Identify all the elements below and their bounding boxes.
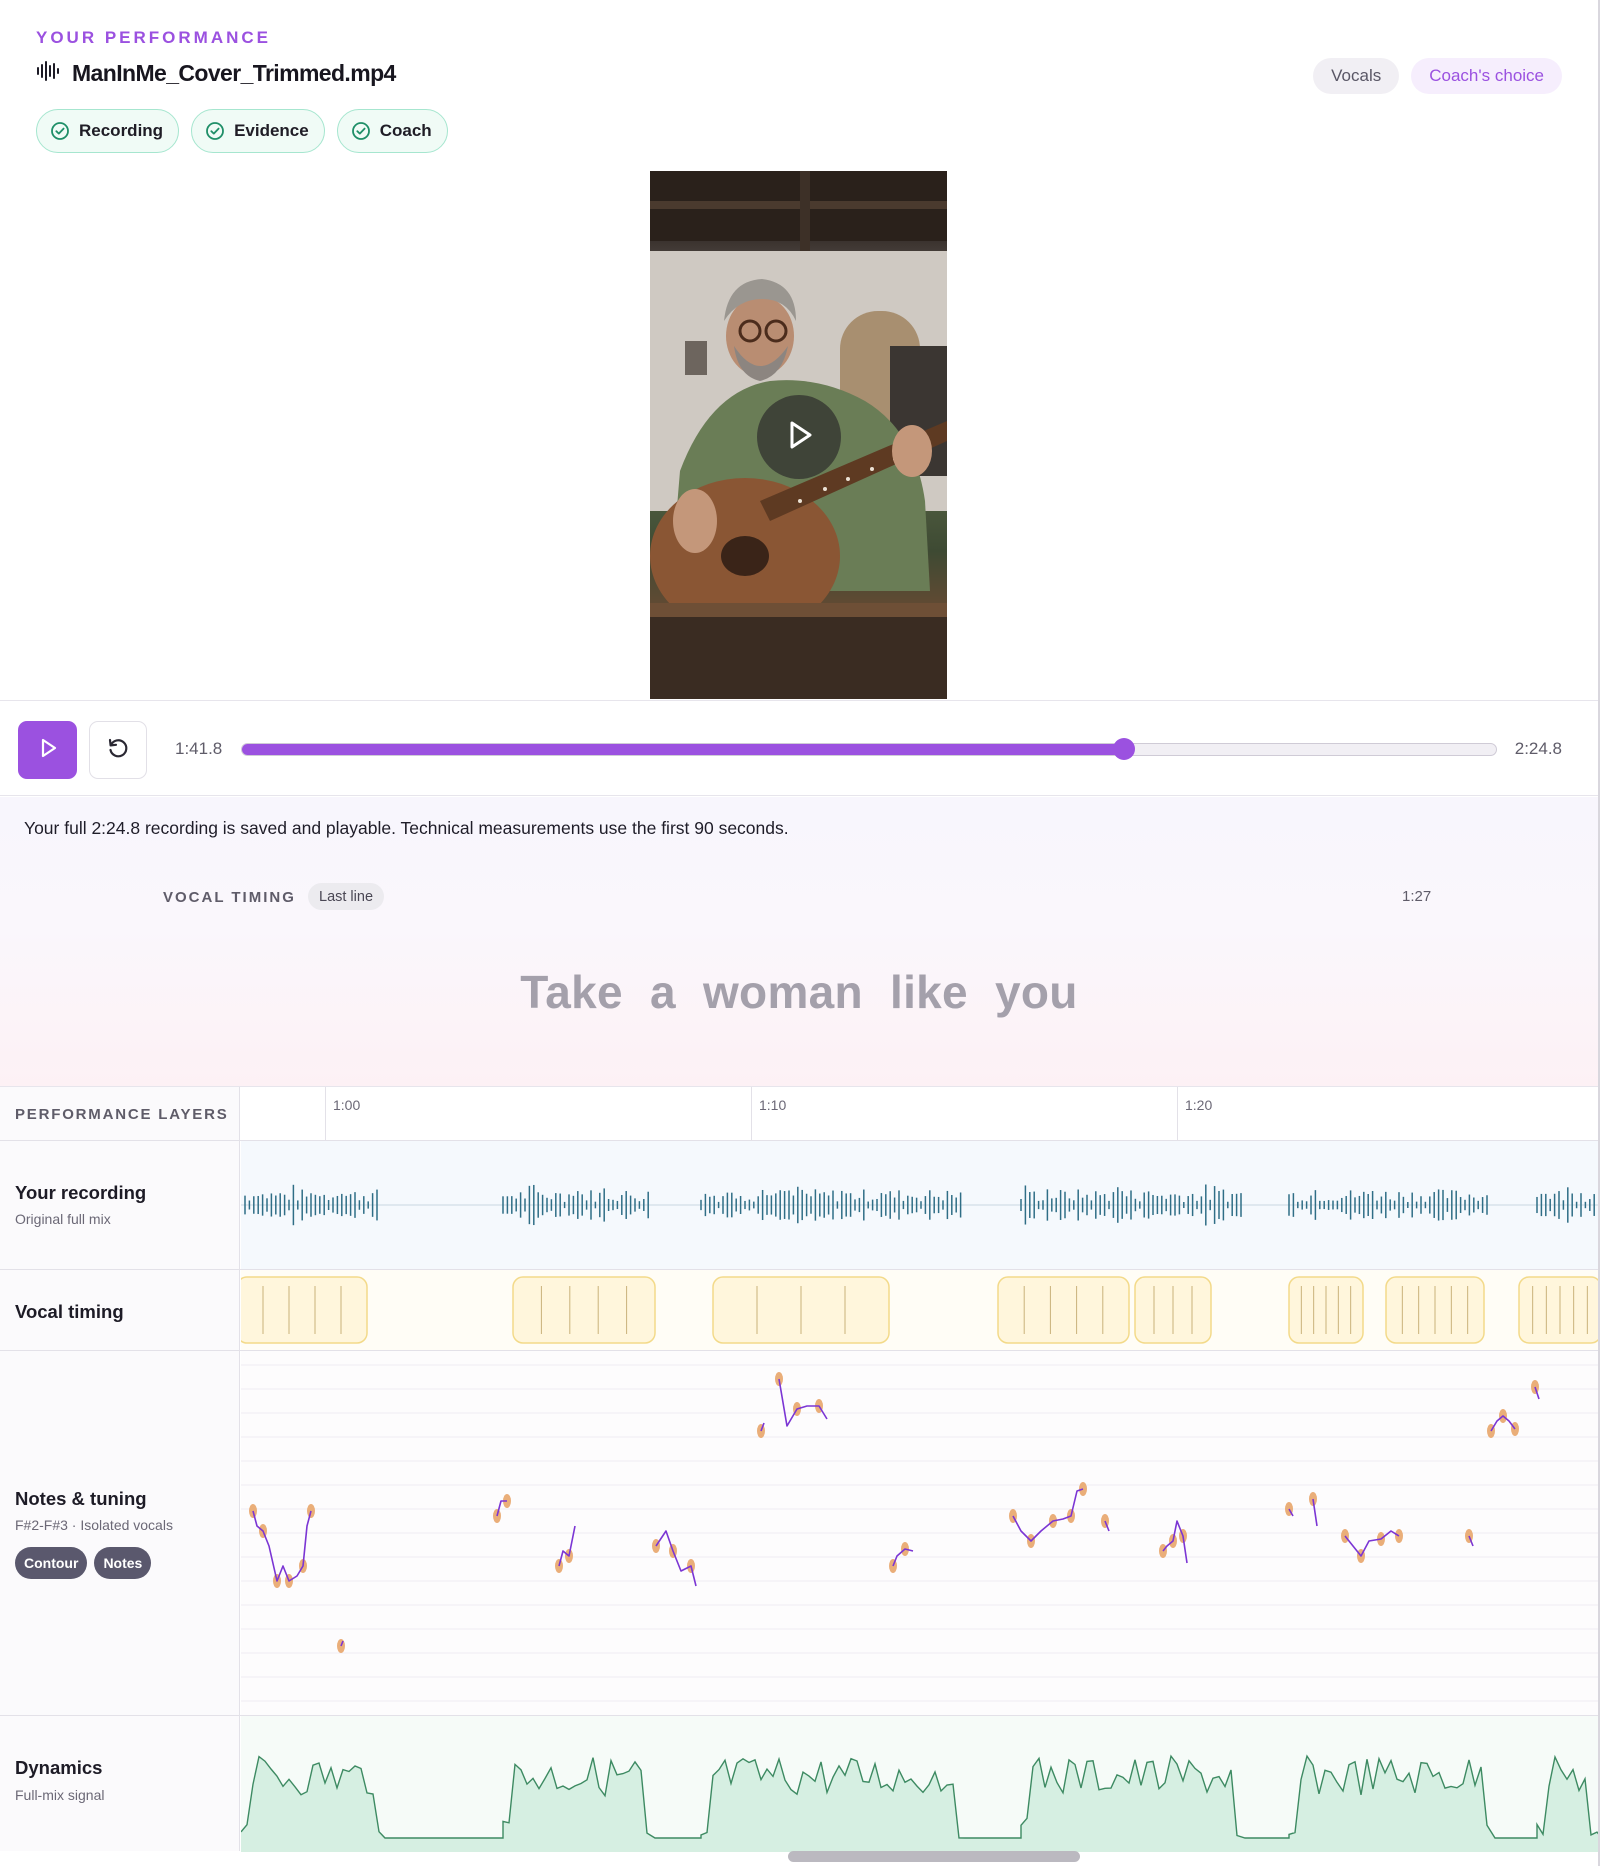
seek-thumb[interactable]: [1112, 738, 1135, 760]
video-play-overlay[interactable]: [757, 395, 841, 479]
vocal-timing-panel: Your full 2:24.8 recording is saved and …: [0, 797, 1598, 1086]
horizontal-scrollbar[interactable]: [788, 1851, 1080, 1862]
play-icon: [36, 736, 60, 765]
status-chip-label: Coach: [379, 121, 432, 140]
ruler-tick: [1177, 1087, 1178, 1140]
vocal-timing-timestamp: 1:27: [1402, 888, 1432, 905]
recording-row-subtitle: Original full mix: [15, 1211, 111, 1227]
playback-controls: 1:41.8 2:24.8: [0, 700, 1598, 796]
timing-row-title: Vocal timing: [15, 1301, 124, 1322]
performance-header: YOUR PERFORMANCE ManInMe_Cover_Trimmed.m…: [0, 0, 1598, 170]
mode-vocals-button[interactable]: Vocals: [1313, 58, 1400, 94]
recording-waveform[interactable]: [241, 1141, 1598, 1269]
current-time: 1:41.8: [175, 739, 223, 758]
restart-button[interactable]: [89, 721, 147, 779]
status-chip-coach[interactable]: Coach: [336, 109, 448, 153]
dynamics-graphic: [241, 1754, 1598, 1852]
pitch-contour-graphic: [241, 1364, 1598, 1702]
notes-tuning-track[interactable]: [241, 1351, 1598, 1715]
ruler-tick: [751, 1087, 752, 1140]
notes-toggle[interactable]: Notes: [94, 1547, 152, 1579]
waveform-graphic: [241, 1184, 1598, 1226]
seek-progress: [242, 744, 1124, 755]
mode-toggle: Vocals Coach's choice: [1313, 58, 1562, 94]
ruler-label: 1:20: [1185, 1097, 1213, 1113]
section-eyebrow: YOUR PERFORMANCE: [36, 28, 272, 47]
last-line-badge: Last line: [308, 883, 385, 910]
vocal-timing-label: VOCAL TIMING: [163, 889, 296, 906]
ruler-tick: [325, 1087, 326, 1140]
dynamics-track[interactable]: [241, 1716, 1598, 1852]
recording-row-title: Your recording: [15, 1182, 147, 1203]
check-circle-icon: [205, 121, 225, 141]
dynamics-row-subtitle: Full-mix signal: [15, 1787, 105, 1803]
layer-labels-column: PERFORMANCE LAYERS Your recording Origin…: [0, 1087, 240, 1851]
restart-icon: [106, 736, 130, 765]
check-circle-icon: [351, 121, 371, 141]
duration-time: 2:24.8: [1514, 739, 1562, 758]
file-name: ManInMe_Cover_Trimmed.mp4: [72, 60, 396, 86]
video-player[interactable]: [650, 171, 947, 699]
status-chip-label: Evidence: [234, 121, 309, 140]
play-icon: [782, 418, 816, 457]
status-chip-recording[interactable]: Recording: [36, 109, 180, 153]
mode-coach-choice-button[interactable]: Coach's choice: [1411, 58, 1562, 94]
seek-bar[interactable]: [241, 738, 1497, 760]
measurement-notice: Your full 2:24.8 recording is saved and …: [24, 818, 789, 838]
ruler-label: 1:00: [333, 1097, 361, 1113]
status-chip-label: Recording: [79, 121, 164, 140]
timing-blocks-graphic: [241, 1276, 1598, 1344]
time-ruler: 1:00 1:10 1:20: [241, 1087, 1598, 1140]
dynamics-row-title: Dynamics: [15, 1757, 103, 1778]
vocal-timing-track[interactable]: [241, 1270, 1598, 1350]
performance-layers: PERFORMANCE LAYERS Your recording Origin…: [0, 1086, 1598, 1852]
ruler-label: 1:10: [759, 1097, 787, 1113]
status-chips: Recording Evidence Coach: [36, 109, 448, 153]
contour-toggle[interactable]: Contour: [15, 1547, 88, 1579]
layers-heading: PERFORMANCE LAYERS: [15, 1106, 229, 1123]
notes-row-subtitle: F#2-F#3 · Isolated vocals: [15, 1517, 173, 1533]
file-title-row: ManInMe_Cover_Trimmed.mp4: [36, 60, 396, 87]
notes-view-toggles: Contour Notes: [15, 1547, 152, 1579]
check-circle-icon: [50, 121, 70, 141]
audio-waveform-icon: [36, 61, 60, 86]
play-button[interactable]: [18, 721, 77, 779]
notes-row-title: Notes & tuning: [15, 1488, 147, 1509]
current-lyric-line: Take a woman like you: [520, 966, 1078, 1018]
status-chip-evidence[interactable]: Evidence: [191, 109, 325, 153]
